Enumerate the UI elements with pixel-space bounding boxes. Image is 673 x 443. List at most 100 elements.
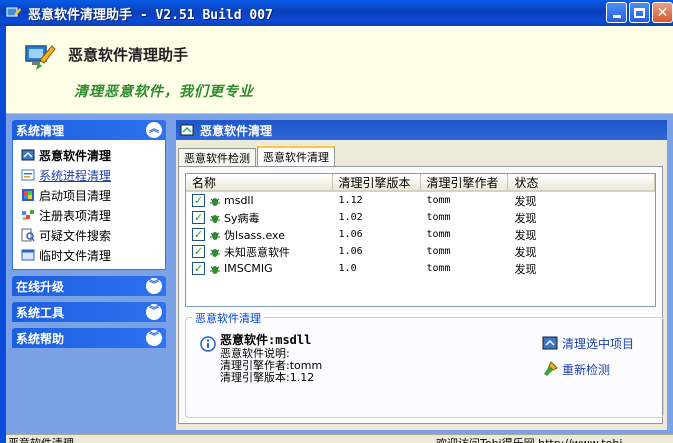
row-checkbox[interactable]: ✓ bbox=[192, 211, 205, 224]
column-header-author[interactable]: 清理引擎作者 bbox=[421, 174, 509, 190]
row-name: Sy病毒 bbox=[224, 211, 260, 225]
chevron-up-icon[interactable]: ︽ bbox=[146, 122, 162, 138]
nav-section-header[interactable]: 在线升级 ︾ bbox=[12, 276, 166, 296]
cell-status: 发现 bbox=[514, 194, 537, 208]
detail-actions: 清理选中项目 重新检测 bbox=[542, 330, 634, 382]
clean-selected-button[interactable]: 清理选中项目 bbox=[542, 330, 634, 356]
cell-author: tomm bbox=[426, 195, 451, 206]
list-header: 名称 清理引擎版本 清理引擎作者 状态 bbox=[186, 174, 655, 192]
app-icon bbox=[6, 7, 21, 17]
column-header-version[interactable]: 清理引擎版本 bbox=[333, 174, 421, 190]
status-bar: 恶意软件清理 欢迎访问Tobi得乐网 http://www.tobi bbox=[6, 434, 673, 443]
cell-version: 1.06 bbox=[338, 246, 363, 257]
registry-icon bbox=[22, 210, 34, 220]
malware-list[interactable]: 名称 清理引擎版本 清理引擎作者 状态 ✓ msdll 1.12 tomm 发现 bbox=[185, 173, 656, 307]
status-right[interactable]: 欢迎访问Tobi得乐网 http://www.tobi bbox=[436, 435, 622, 443]
tab-malware-clean[interactable]: 恶意软件清理 bbox=[257, 146, 335, 166]
cell-name: ✓ 未知恶意软件 bbox=[186, 244, 333, 260]
table-row[interactable]: ✓ msdll 1.12 tomm 发现 bbox=[186, 192, 655, 209]
cell-status: 发现 bbox=[514, 228, 537, 242]
minimize-button[interactable] bbox=[606, 2, 627, 23]
chevron-down-icon[interactable]: ︾ bbox=[146, 278, 162, 294]
nav-item-registry-clean[interactable]: 注册表项清理 bbox=[21, 205, 159, 225]
table-row[interactable]: ✓ IMSCMIG 1.0 tomm 发现 bbox=[186, 260, 655, 277]
cell-name: ✓ IMSCMIG bbox=[186, 262, 333, 275]
rescan-button[interactable]: 重新检测 bbox=[542, 356, 634, 382]
bug-icon bbox=[210, 197, 220, 206]
nav-section-title: 系统工具 bbox=[16, 305, 65, 320]
maximize-icon bbox=[634, 7, 645, 18]
cell-status: 发现 bbox=[514, 262, 537, 276]
maximize-button[interactable] bbox=[629, 2, 650, 23]
nav-item-process-clean[interactable]: 系统进程清理 bbox=[21, 165, 159, 185]
column-header-name[interactable]: 名称 bbox=[186, 174, 333, 190]
cleaner-icon bbox=[21, 149, 35, 161]
nav-section-system-clean: 系统清理 ︽ 恶意软件清理 系统进程清理 启动项目清理 注册表项清理 可疑文件搜… bbox=[12, 120, 166, 270]
info-icon bbox=[200, 336, 216, 352]
cell-author: tomm bbox=[426, 246, 451, 257]
table-row[interactable]: ✓ 伪lsass.exe 1.06 tomm 发现 bbox=[186, 226, 655, 243]
row-name: 伪lsass.exe bbox=[224, 228, 285, 242]
status-left: 恶意软件清理 bbox=[8, 435, 74, 443]
nav-item-startup-clean[interactable]: 启动项目清理 bbox=[21, 185, 159, 205]
main-panel-header: 恶意软件清理 bbox=[176, 120, 667, 140]
header-banner: 恶意软件清理助手 清理恶意软件，我们更专业 bbox=[6, 26, 673, 114]
window-title: 恶意软件清理助手 - V2.51 Build 007 bbox=[28, 7, 273, 23]
broom-icon bbox=[544, 361, 558, 376]
chevron-down-icon[interactable]: ︾ bbox=[146, 330, 162, 346]
nav-item-label: 启动项目清理 bbox=[39, 188, 112, 203]
nav-section-header[interactable]: 系统清理 ︽ bbox=[12, 120, 166, 140]
detail-info: 恶意软件:msdll 恶意软件说明: 清理引擎作者:tomm 清理引擎版本:1.… bbox=[200, 334, 322, 384]
slogan: 清理恶意软件，我们更专业 bbox=[74, 84, 254, 100]
column-header-status[interactable]: 状态 bbox=[508, 174, 655, 190]
cell-name: ✓ 伪lsass.exe bbox=[186, 227, 333, 243]
process-icon bbox=[21, 169, 35, 181]
bug-icon bbox=[210, 214, 220, 223]
cell-name: ✓ Sy病毒 bbox=[186, 210, 333, 226]
row-checkbox[interactable]: ✓ bbox=[192, 194, 205, 207]
cell-version: 1.12 bbox=[338, 195, 363, 206]
nav-section-header[interactable]: 系统工具 ︾ bbox=[12, 302, 166, 322]
tab-panel: 名称 清理引擎版本 清理引擎作者 状态 ✓ msdll 1.12 tomm 发现 bbox=[178, 166, 664, 424]
close-icon: ✕ bbox=[656, 4, 669, 21]
nav-item-suspicious-search[interactable]: 可疑文件搜索 bbox=[21, 225, 159, 245]
row-checkbox[interactable]: ✓ bbox=[192, 228, 205, 241]
detail-lines: 恶意软件:msdll 恶意软件说明: 清理引擎作者:tomm 清理引擎版本:1.… bbox=[220, 334, 322, 384]
cell-version: 1.02 bbox=[338, 212, 363, 223]
cleaner-icon bbox=[542, 336, 558, 350]
nav-section-body: 恶意软件清理 系统进程清理 启动项目清理 注册表项清理 可疑文件搜索 临时文件清… bbox=[12, 140, 166, 270]
cell-version: 1.06 bbox=[338, 229, 363, 240]
temp-file-icon bbox=[21, 249, 35, 261]
tab-malware-detect[interactable]: 恶意软件检测 bbox=[178, 148, 256, 166]
detail-groupbox: 恶意软件清理 恶意软件:msdll 恶意软件说明: 清理引擎作者:tomm 清理… bbox=[185, 310, 664, 418]
nav-item-label: 恶意软件清理 bbox=[39, 148, 112, 163]
title-bar[interactable]: 恶意软件清理助手 - V2.51 Build 007 ✕ bbox=[0, 0, 673, 26]
bug-icon bbox=[210, 265, 220, 274]
main-panel: 恶意软件清理 恶意软件检测 恶意软件清理 名称 清理引擎版本 清理引擎作者 状态… bbox=[172, 114, 673, 434]
row-name: msdll bbox=[224, 194, 254, 207]
close-button[interactable]: ✕ bbox=[652, 2, 673, 23]
app-name: 恶意软件清理助手 bbox=[68, 46, 189, 64]
clean-selected-label: 清理选中项目 bbox=[562, 336, 635, 351]
bug-icon bbox=[210, 231, 220, 240]
cell-author: tomm bbox=[426, 229, 451, 240]
nav-section-system-help: 系统帮助 ︾ bbox=[12, 328, 166, 348]
detail-version: 清理引擎版本:1.12 bbox=[220, 371, 315, 384]
nav-item-label: 临时文件清理 bbox=[39, 248, 112, 263]
nav-item-malware-clean[interactable]: 恶意软件清理 bbox=[21, 145, 159, 165]
nav-item-label: 可疑文件搜索 bbox=[39, 228, 112, 243]
detail-title: 恶意软件:msdll bbox=[220, 333, 312, 347]
row-name: IMSCMIG bbox=[224, 262, 273, 275]
chevron-down-icon[interactable]: ︾ bbox=[146, 304, 162, 320]
table-row[interactable]: ✓ 未知恶意软件 1.06 tomm 发现 bbox=[186, 243, 655, 260]
cell-name: ✓ msdll bbox=[186, 194, 333, 207]
nav-section-header[interactable]: 系统帮助 ︾ bbox=[12, 328, 166, 348]
cell-status: 发现 bbox=[514, 211, 537, 225]
window-controls: ✕ bbox=[606, 2, 673, 23]
left-nav-panel: 系统清理 ︽ 恶意软件清理 系统进程清理 启动项目清理 注册表项清理 可疑文件搜… bbox=[6, 114, 172, 434]
nav-item-temp-clean[interactable]: 临时文件清理 bbox=[21, 245, 159, 265]
cleaner-icon bbox=[180, 124, 194, 136]
row-checkbox[interactable]: ✓ bbox=[192, 262, 205, 275]
table-row[interactable]: ✓ Sy病毒 1.02 tomm 发现 bbox=[186, 209, 655, 226]
row-checkbox[interactable]: ✓ bbox=[192, 245, 205, 258]
